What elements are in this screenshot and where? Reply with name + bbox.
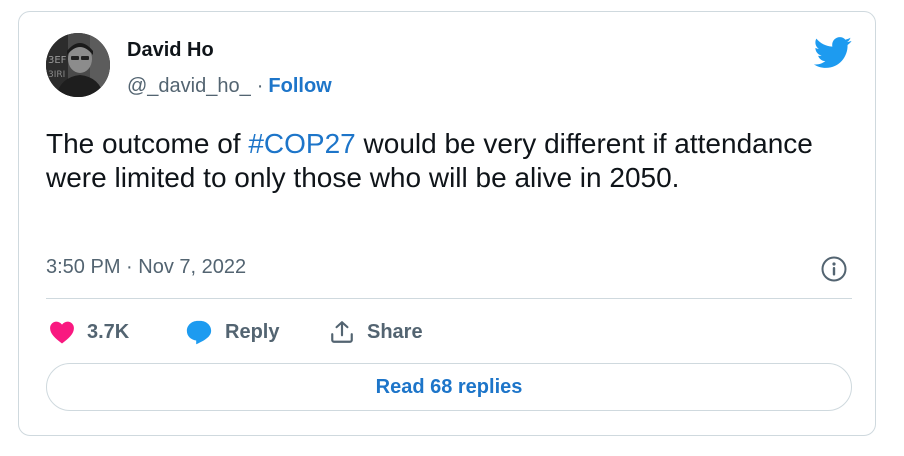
share-button[interactable]: Share	[329, 316, 423, 348]
tweet-card: 3EF 3IRI David Ho @_david_ho_ · Follow The…	[18, 11, 876, 436]
hashtag-link[interactable]: #COP27	[248, 128, 355, 159]
heart-icon	[50, 321, 74, 344]
tweet-text-before: The outcome of	[46, 128, 249, 159]
share-arrow-icon	[331, 321, 353, 343]
info-icon[interactable]	[821, 256, 847, 282]
avatar-photo-icon: 3EF 3IRI	[46, 33, 110, 97]
reply-button[interactable]: Reply	[185, 316, 279, 348]
read-replies-button[interactable]: Read 68 replies	[46, 363, 852, 411]
separator-dot: ·	[256, 75, 264, 97]
tweet-timestamp[interactable]: 3:50 PM · Nov 7, 2022	[46, 256, 246, 279]
speech-bubble-icon	[186, 320, 212, 345]
share-label: Share	[367, 320, 423, 343]
tweet-text: The outcome of #COP27 would be very diff…	[46, 127, 846, 195]
author-handle[interactable]: @_david_ho_	[127, 75, 251, 97]
divider	[46, 298, 852, 299]
avatar[interactable]: 3EF 3IRI	[46, 33, 110, 97]
like-button[interactable]: 3.7K	[49, 316, 129, 348]
svg-text:3EF: 3EF	[48, 55, 67, 66]
svg-text:3IRI: 3IRI	[48, 70, 65, 80]
follow-link[interactable]: Follow	[268, 75, 331, 97]
like-count: 3.7K	[87, 320, 130, 343]
reply-label: Reply	[225, 320, 280, 343]
author-handle-line: @_david_ho_ · Follow	[127, 75, 332, 98]
twitter-bird-icon[interactable]	[813, 37, 853, 69]
author-name[interactable]: David Ho	[127, 39, 214, 62]
